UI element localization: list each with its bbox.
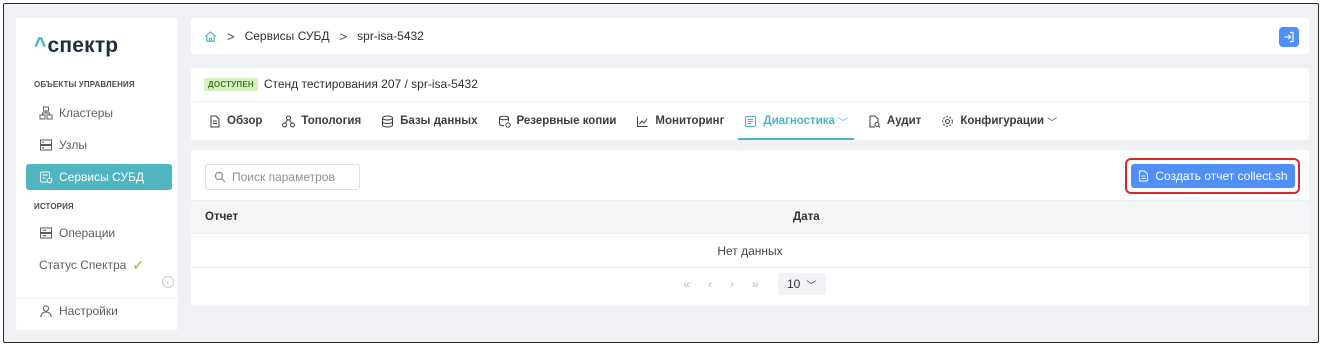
- collapse-sidebar-icon[interactable]: ‹: [162, 276, 174, 288]
- sidebar-item-nodes[interactable]: Узлы: [26, 132, 172, 158]
- breadcrumb: > Сервисы СУБД > spr-isa-5432: [191, 18, 1309, 54]
- create-report-label: Создать отчет collect.sh: [1155, 169, 1288, 183]
- tab-monitoring[interactable]: Мониторинг: [630, 102, 730, 140]
- db-service-icon: [39, 170, 53, 184]
- section-title-history: ИСТОРИЯ: [34, 202, 74, 211]
- last-page-button[interactable]: »: [752, 277, 759, 291]
- sidebar-item-clusters[interactable]: Кластеры: [26, 100, 172, 126]
- cluster-icon: [39, 106, 53, 120]
- tab-label: Топология: [301, 115, 362, 127]
- service-header: ДОСТУПЕН Стенд тестирования 207 / spr-is…: [191, 68, 1309, 140]
- search-placeholder: Поиск параметров: [232, 170, 335, 184]
- tab-label: Диагностика: [763, 115, 835, 127]
- create-report-button[interactable]: Создать отчет collect.sh: [1131, 164, 1295, 188]
- pagination: « ‹ › » 10 ﹀: [191, 270, 1309, 298]
- sign-in-button[interactable]: [1279, 27, 1299, 47]
- tab-bar: Обзор Топология Базы данных Резервные ко…: [202, 102, 1071, 140]
- chart-icon: [636, 115, 649, 128]
- search-icon: [214, 171, 226, 183]
- check-icon: ✓: [132, 256, 145, 273]
- tab-label: Обзор: [227, 115, 263, 127]
- database-icon: [381, 115, 394, 128]
- tab-backups[interactable]: Резервные копии: [492, 102, 623, 140]
- sidebar-item-settings[interactable]: Настройки: [26, 298, 172, 324]
- prev-page-button[interactable]: ‹: [708, 277, 712, 291]
- server-icon: [39, 138, 53, 152]
- sidebar-item-label: Статус Спектра: [39, 258, 127, 272]
- sidebar-item-spectr-status[interactable]: Статус Спектра ✓: [26, 252, 172, 278]
- chevron-down-icon: ﹀: [806, 280, 817, 292]
- user-icon: [39, 304, 53, 318]
- tab-label: Аудит: [886, 115, 922, 127]
- tab-diagnostics[interactable]: Диагностика ﹀: [738, 102, 854, 140]
- sidebar-item-label: Узлы: [59, 138, 87, 152]
- breadcrumb-separator: >: [227, 28, 235, 44]
- operations-icon: [39, 226, 53, 240]
- chevron-down-icon: ﹀: [837, 117, 848, 129]
- page-size-value: 10: [787, 277, 801, 291]
- tab-label: Мониторинг: [655, 115, 725, 127]
- column-header-report[interactable]: Отчет: [205, 211, 238, 223]
- sidebar-item-label: Операции: [59, 226, 116, 240]
- logo[interactable]: ^спектр: [34, 34, 118, 58]
- logo-text: спектр: [47, 34, 119, 57]
- search-input[interactable]: Поиск параметров: [205, 164, 360, 190]
- diagnostics-panel: Поиск параметров Создать отчет collect.s…: [191, 150, 1309, 306]
- sidebar-item-label: Настройки: [59, 304, 118, 318]
- section-title-objects: ОБЪЕКТЫ УПРАВЛЕНИЯ: [34, 80, 135, 89]
- breadcrumb-separator: >: [339, 28, 348, 44]
- tab-topology[interactable]: Топология: [276, 102, 367, 140]
- sidebar-item-label: Сервисы СУБД: [59, 170, 144, 184]
- tab-configurations[interactable]: Конфигурации ﹀: [935, 102, 1063, 140]
- breadcrumb-item-db-services[interactable]: Сервисы СУБД: [245, 29, 330, 43]
- logo-caret: ^: [34, 34, 47, 57]
- tab-label: Базы данных: [400, 115, 478, 127]
- diagnostics-icon: [744, 115, 757, 128]
- chevron-down-icon: ﹀: [1047, 117, 1058, 129]
- topology-icon: [282, 115, 296, 128]
- page-size-select[interactable]: 10 ﹀: [777, 273, 826, 295]
- table-header: Отчет Дата: [191, 200, 1309, 234]
- sidebar-item-db-services[interactable]: Сервисы СУБД: [26, 164, 172, 190]
- status-badge: ДОСТУПЕН: [204, 77, 258, 91]
- app-window: ^спектр ОБЪЕКТЫ УПРАВЛЕНИЯ Кластеры Узлы…: [3, 3, 1319, 343]
- sidebar-item-operations[interactable]: Операции: [26, 220, 172, 246]
- service-path: Стенд тестирования 207 / spr-isa-5432: [263, 77, 478, 91]
- audit-icon: [868, 115, 881, 128]
- column-header-date[interactable]: Дата: [793, 211, 820, 223]
- backup-icon: [498, 115, 511, 128]
- tab-overview[interactable]: Обзор: [202, 102, 268, 140]
- tab-audit[interactable]: Аудит: [862, 102, 927, 140]
- sidebar-item-label: Кластеры: [59, 106, 113, 120]
- home-icon[interactable]: [204, 30, 217, 43]
- breadcrumb-item-service[interactable]: spr-isa-5432: [357, 29, 424, 43]
- document-icon: [1138, 170, 1149, 182]
- service-info: ДОСТУПЕН Стенд тестирования 207 / spr-is…: [204, 77, 478, 91]
- tab-label: Конфигурации: [960, 115, 1045, 127]
- first-page-button[interactable]: «: [683, 277, 690, 291]
- sidebar: ^спектр ОБЪЕКТЫ УПРАВЛЕНИЯ Кластеры Узлы…: [16, 18, 178, 330]
- tab-databases[interactable]: Базы данных: [375, 102, 483, 140]
- gear-icon: [941, 115, 954, 128]
- sign-in-icon: [1284, 31, 1294, 43]
- tab-label: Резервные копии: [516, 115, 617, 127]
- next-page-button[interactable]: ›: [730, 277, 734, 291]
- document-icon: [208, 115, 221, 128]
- empty-state: Нет данных: [191, 234, 1309, 268]
